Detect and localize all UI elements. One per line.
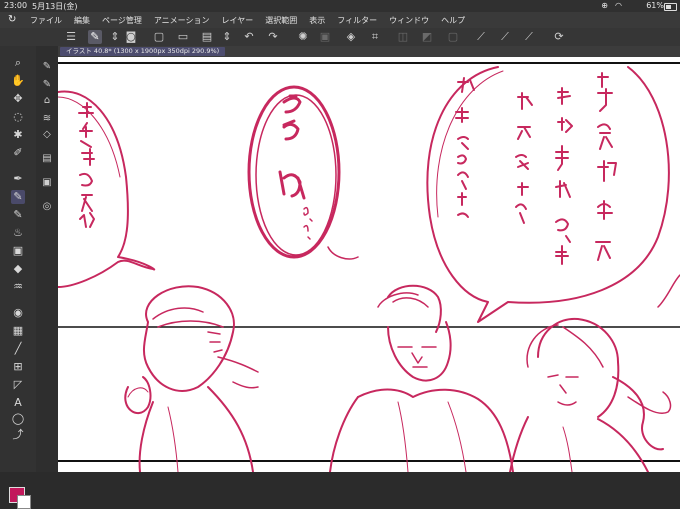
quick-access-icon[interactable]: ⟳ (552, 30, 566, 44)
layer-stack-icon[interactable]: ◇ (40, 128, 54, 142)
sub-tool-icon[interactable]: ⌂ (40, 94, 54, 108)
wifi-icon: ◠ (615, 1, 622, 10)
transform-icon[interactable]: ⌗ (368, 30, 382, 44)
text-icon[interactable]: A (11, 396, 25, 410)
menu-item-view[interactable]: 表示 (309, 15, 325, 26)
layer-pen-icon[interactable]: ✎ (40, 60, 54, 74)
menu-bar: ↻ ファイル 編集 ページ管理 アニメーション レイヤー 選択範囲 表示 フィル… (0, 12, 680, 29)
layers-icon[interactable]: ≋ (40, 112, 54, 126)
menu-item-edit[interactable]: 編集 (74, 15, 90, 26)
menu-item-file[interactable]: ファイル (30, 15, 62, 26)
drawing-canvas[interactable] (58, 57, 680, 472)
eraser-icon[interactable]: ◆ (11, 262, 25, 276)
material-icon[interactable]: ▤ (40, 152, 54, 166)
document-tab-strip: イラスト 40.8* (1300 x 1900px 350dpi 290.9%) (58, 46, 680, 57)
airbrush-icon[interactable]: ♨ (11, 226, 25, 240)
ruler-icon[interactable]: ⟋ (474, 30, 488, 44)
hamburger-menu-icon[interactable]: ☰ (64, 30, 78, 44)
battery-icon (664, 3, 677, 11)
status-date: 5月13日(金) (32, 2, 78, 11)
app-logo-icon[interactable]: ↻ (8, 14, 20, 26)
status-bar: 23:00 5月13日(金) ⊕ ◠ 61% (0, 0, 680, 12)
menu-item-animation[interactable]: アニメーション (154, 15, 210, 26)
navigator-icon[interactable]: ◎ (40, 200, 54, 214)
balloon-icon[interactable]: ◯ (11, 412, 25, 426)
tool-palette: ⌕ ✋ ✥ ◌ ✱ ✐ ✒ ✎ ✎ ♨ ▣ ◆ ♒ ◉ ▦ ╱ ⊞ ◸ A ◯ … (0, 46, 37, 509)
gradient-icon[interactable]: ▦ (11, 324, 25, 338)
chevron-updown-icon-2[interactable]: ⇕ (220, 30, 234, 44)
open-folder-icon[interactable]: ▭ (176, 30, 190, 44)
chevron-updown-icon[interactable]: ⇕ (108, 30, 122, 44)
sub-tool-palette: ✎ ✎ ⌂ ≋ ◇ ▤ ▣ ◎ (36, 46, 59, 472)
correction-icon[interactable]: ⤴ (11, 428, 25, 442)
snap-ruler-icon[interactable]: ⟋ (498, 30, 512, 44)
menu-list: ファイル 編集 ページ管理 アニメーション レイヤー 選択範囲 表示 フィルター… (30, 15, 465, 26)
command-toolbar: ☰ ✎ ⇕ ◙ ▢ ▭ ▤ ⇕ ↶ ↷ ✺ ▣ ◈ ⌗ ◫ ◩ ▢ ⟋ ⟋ ⟋ … (0, 28, 680, 47)
zoom-icon[interactable]: ⌕ (11, 56, 25, 70)
fill-icon[interactable]: ◈ (344, 30, 358, 44)
sub-color-swatch[interactable] (17, 495, 31, 509)
lasso-icon[interactable]: ◌ (11, 110, 25, 124)
document-tab[interactable]: イラスト 40.8* (1300 x 1900px 350dpi 290.9%) (60, 47, 226, 56)
companion-icon[interactable]: ◙ (124, 30, 138, 44)
pencil-icon[interactable]: ✎ (11, 190, 25, 204)
menu-item-selection[interactable]: 選択範囲 (265, 15, 297, 26)
battery-percent: 61% (646, 1, 664, 10)
menu-item-layer[interactable]: レイヤー (222, 15, 254, 26)
invert-selection-icon[interactable]: ◩ (420, 30, 434, 44)
ruler-tool-icon[interactable]: ◸ (11, 378, 25, 392)
brush-icon[interactable]: ✎ (11, 208, 25, 222)
crop-icon[interactable]: ▢ (446, 30, 460, 44)
status-time: 23:00 (4, 1, 28, 10)
save-icon[interactable]: ▤ (200, 30, 214, 44)
menu-item-help[interactable]: ヘルプ (441, 15, 465, 26)
undo-icon[interactable]: ↶ (242, 30, 256, 44)
copy-icon[interactable]: ▣ (318, 30, 332, 44)
frame-icon[interactable]: ⊞ (11, 360, 25, 374)
snap-grid-icon[interactable]: ⟋ (522, 30, 536, 44)
move-icon[interactable]: ✥ (11, 92, 25, 106)
figure-icon[interactable]: ╱ (11, 342, 25, 356)
magic-wand-icon[interactable]: ✱ (11, 128, 25, 142)
blend-icon[interactable]: ♒ (11, 280, 25, 294)
hand-icon[interactable]: ✋ (11, 74, 25, 88)
clear-icon[interactable]: ✺ (296, 30, 310, 44)
decoration-icon[interactable]: ▣ (11, 244, 25, 258)
signal-icon: ⊕ (601, 1, 608, 10)
fill-bucket-icon[interactable]: ◉ (11, 306, 25, 320)
eyedropper-icon[interactable]: ✐ (11, 146, 25, 160)
menu-item-filter[interactable]: フィルター (337, 15, 377, 26)
eyedropper-tool-icon[interactable]: ✎ (88, 30, 102, 44)
sketch-artwork (58, 62, 680, 472)
menu-item-page[interactable]: ページ管理 (102, 15, 142, 26)
new-file-icon[interactable]: ▢ (152, 30, 166, 44)
redo-icon[interactable]: ↷ (266, 30, 280, 44)
gallery-icon[interactable]: ▣ (40, 176, 54, 190)
menu-item-window[interactable]: ウィンドウ (389, 15, 429, 26)
deselect-icon[interactable]: ◫ (396, 30, 410, 44)
layer-property-icon[interactable]: ✎ (40, 78, 54, 92)
pen-icon[interactable]: ✒ (11, 172, 25, 186)
